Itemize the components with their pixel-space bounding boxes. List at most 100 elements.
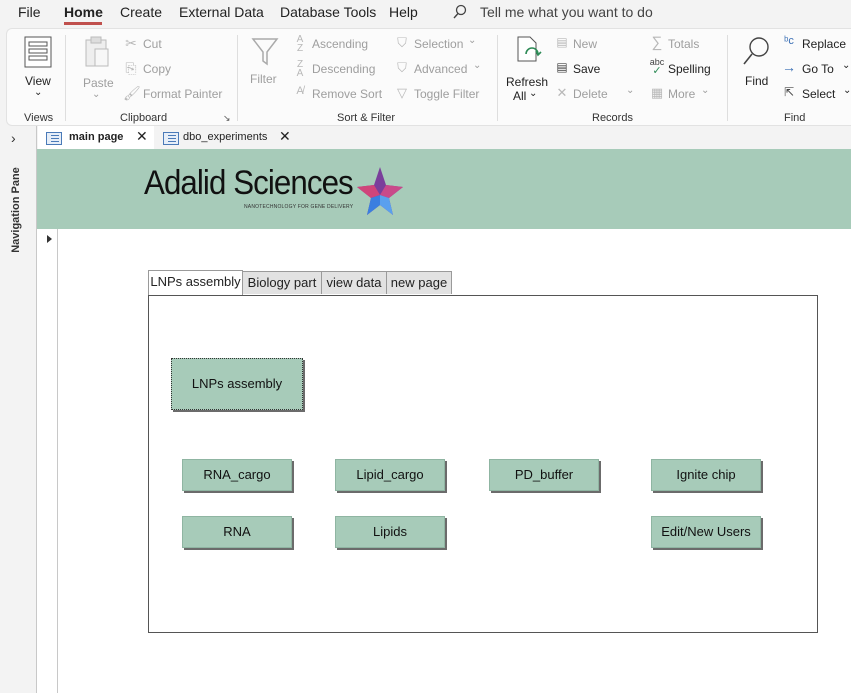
group-label-sort-filter: Sort & Filter <box>337 112 396 124</box>
paste-icon <box>85 36 109 67</box>
filter-icon <box>251 38 279 66</box>
tab-new-page[interactable]: new page <box>386 271 452 294</box>
view-button[interactable]: View ⌄ <box>17 33 59 105</box>
tab-dbo-experiments[interactable]: dbo_experiments ✕ <box>155 126 300 149</box>
cursor-icon: ⇱ <box>783 85 795 99</box>
chevron-down-icon: ⌄ <box>626 85 635 96</box>
cut-button[interactable]: ✂ Cut <box>123 35 213 53</box>
selection-filter-icon: ⛉ <box>397 35 407 50</box>
filter-button[interactable]: Filter <box>247 33 283 105</box>
lnps-assembly-button[interactable]: LNPs assembly <box>171 358 303 410</box>
active-tab-underline <box>64 22 102 25</box>
refresh-all-button[interactable]: Refresh All ⌄ <box>504 33 552 105</box>
divider <box>727 35 728 121</box>
select-label: Select <box>802 87 836 101</box>
chevron-down-icon: ⌄ <box>529 88 538 99</box>
document-tabs: main page ✕ dbo_experiments ✕ <box>37 126 851 149</box>
chevron-right-icon[interactable]: › <box>11 130 16 146</box>
menu-file[interactable]: File <box>18 4 41 20</box>
tab-biology-part[interactable]: Biology part <box>242 271 322 294</box>
form-icon <box>163 132 179 145</box>
save-record-button[interactable]: ▤ Save <box>554 60 634 78</box>
menu-home[interactable]: Home <box>64 4 103 20</box>
sort-descending-button[interactable]: ZA Descending <box>291 59 386 79</box>
find-button[interactable]: Find <box>735 33 775 105</box>
form-header: Adalid Sciences NANOTECHNOLOGY FOR GENE … <box>37 149 851 229</box>
sort-ascending-icon: AZ <box>296 34 304 54</box>
record-selector-arrow-icon <box>47 235 52 243</box>
spelling-icon: abc ✓ <box>649 57 665 77</box>
spelling-button[interactable]: abc ✓ Spelling <box>649 57 729 78</box>
pd-buffer-button[interactable]: PD_buffer <box>489 459 599 491</box>
menu-help[interactable]: Help <box>389 4 418 20</box>
form-icon <box>46 132 62 145</box>
navigation-pane-label: Navigation Pane <box>10 167 22 253</box>
replace-label: Replace <box>802 37 847 51</box>
navigation-pane[interactable]: › Navigation Pane <box>0 126 37 693</box>
group-label-clipboard: Clipboard <box>120 112 168 124</box>
go-to-label: Go To <box>802 62 834 76</box>
ignite-chip-button[interactable]: Ignite chip <box>651 459 761 491</box>
record-selector[interactable] <box>37 229 58 693</box>
lipid-cargo-button[interactable]: Lipid_cargo <box>335 459 445 491</box>
rna-button[interactable]: RNA <box>182 516 292 548</box>
close-icon[interactable]: ✕ <box>136 128 148 145</box>
paste-button[interactable]: Paste ⌄ <box>77 33 117 105</box>
ascending-label: Ascending <box>312 37 369 51</box>
totals-button[interactable]: ∑ Totals <box>649 34 719 53</box>
sort-descending-icon: ZA <box>296 59 304 79</box>
tab-label: dbo_experiments <box>183 131 268 143</box>
rna-cargo-button[interactable]: RNA_cargo <box>182 459 292 491</box>
sort-ascending-button[interactable]: AZ Ascending <box>291 34 386 54</box>
toggle-filter-button[interactable]: ▽ Toggle Filter <box>393 85 493 103</box>
new-record-button[interactable]: ▤ New <box>554 35 634 53</box>
go-to-button[interactable]: → Go To ⌄ <box>781 59 851 78</box>
paste-label: Paste <box>83 76 114 90</box>
format-painter-button[interactable]: 🖌 Format Painter <box>123 85 233 103</box>
save-label: Save <box>573 62 601 76</box>
refresh-all-label: All <box>513 89 527 103</box>
advanced-filter-icon: ⛉ <box>397 60 407 75</box>
tell-me-search[interactable]: Tell me what you want to do <box>480 4 653 20</box>
menu-create[interactable]: Create <box>120 4 162 20</box>
delete-label: Delete <box>573 87 608 101</box>
cut-label: Cut <box>143 37 162 51</box>
tab-lnps-assembly[interactable]: LNPs assembly <box>148 270 243 295</box>
chevron-down-icon: ⌄ <box>92 89 101 100</box>
star-logo-icon <box>357 167 403 215</box>
save-icon: ▤ <box>556 60 568 74</box>
format-painter-icon: 🖌 <box>123 85 141 101</box>
selection-button[interactable]: ⛉ Selection ⌄ <box>393 35 483 53</box>
tab-view-data[interactable]: view data <box>321 271 387 294</box>
chevron-down-icon: ⌄ <box>842 60 851 71</box>
view-icon <box>24 36 52 68</box>
remove-sort-button[interactable]: A̸ Remove Sort <box>291 85 391 103</box>
lipids-button[interactable]: Lipids <box>335 516 445 548</box>
descending-label: Descending <box>312 62 376 76</box>
edit-new-users-button[interactable]: Edit/New Users <box>651 516 761 548</box>
menu-database-tools[interactable]: Database Tools <box>280 4 376 20</box>
dialog-launcher-icon[interactable]: ↘ <box>223 113 231 124</box>
advanced-button[interactable]: ⛉ Advanced ⌄ <box>393 60 483 78</box>
toggle-filter-icon: ▽ <box>397 85 407 100</box>
replace-button[interactable]: ᵇc Replace <box>781 35 851 53</box>
chevron-down-icon: ⌄ <box>843 85 851 96</box>
menu-external-data[interactable]: External Data <box>179 4 264 20</box>
close-icon[interactable]: ✕ <box>279 128 291 145</box>
more-button[interactable]: ▦ More ⌄ <box>649 85 719 103</box>
arrow-right-icon: → <box>782 59 796 75</box>
refresh-label: Refresh <box>506 75 549 89</box>
format-painter-label: Format Painter <box>143 87 223 101</box>
new-record-icon: ▤ <box>556 35 568 49</box>
tab-main-page[interactable]: main page ✕ <box>38 126 154 149</box>
copy-icon: ⎘ <box>125 60 137 76</box>
copy-button[interactable]: ⎘ Copy <box>123 60 213 78</box>
delete-record-button[interactable]: ✕ Delete ⌄ <box>554 85 640 103</box>
logo-text: Adalid Sciences <box>144 164 354 202</box>
divider <box>237 35 238 121</box>
totals-label: Totals <box>668 37 700 51</box>
find-label: Find <box>745 74 769 88</box>
group-label-records: Records <box>592 112 633 124</box>
more-grid-icon: ▦ <box>650 85 664 100</box>
select-button[interactable]: ⇱ Select ⌄ <box>781 85 851 103</box>
